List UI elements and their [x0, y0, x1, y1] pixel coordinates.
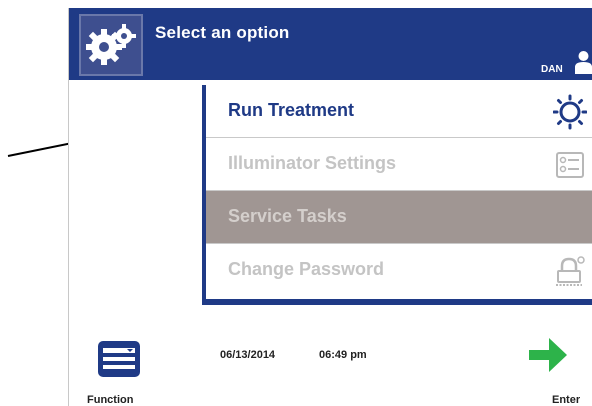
function-label: Function	[87, 394, 134, 406]
settings-list-icon	[556, 152, 584, 178]
sun-icon	[553, 94, 587, 130]
gears-icon	[79, 14, 143, 76]
menu-item-label: Service Tasks	[228, 206, 347, 226]
menu-item-label: Change Password	[228, 259, 385, 279]
header-bar: Select an option DAN	[69, 8, 592, 80]
screenshot-stage: Select an option DAN Run Treatment Illum…	[0, 0, 592, 406]
date-display: 06/13/2014	[220, 349, 276, 361]
device-screen: Select an option DAN Run Treatment Illum…	[68, 8, 592, 406]
enter-arrow-icon[interactable]	[527, 334, 569, 376]
menu-item-run-treatment[interactable]: Run Treatment	[206, 85, 592, 138]
menu-item-service-tasks[interactable]: Service Tasks	[206, 191, 592, 244]
user-icon[interactable]	[574, 50, 592, 74]
page-title: Select an option	[155, 23, 290, 42]
menu-item-label: Run Treatment	[228, 100, 355, 120]
options-menu-list: Run Treatment Illuminator Settings Servi…	[206, 85, 592, 299]
menu-item-illuminator-settings[interactable]: Illuminator Settings	[206, 138, 592, 191]
enter-label: Enter	[552, 394, 581, 406]
user-name: DAN	[541, 64, 563, 75]
function-menu-icon[interactable]	[97, 340, 141, 378]
lock-key-icon	[556, 256, 585, 286]
options-menu: Run Treatment Illuminator Settings Servi…	[202, 85, 592, 305]
time-display: 06:49 pm	[319, 349, 367, 361]
menu-item-label: Illuminator Settings	[228, 153, 397, 173]
menu-item-change-password[interactable]: Change Password	[206, 244, 592, 297]
